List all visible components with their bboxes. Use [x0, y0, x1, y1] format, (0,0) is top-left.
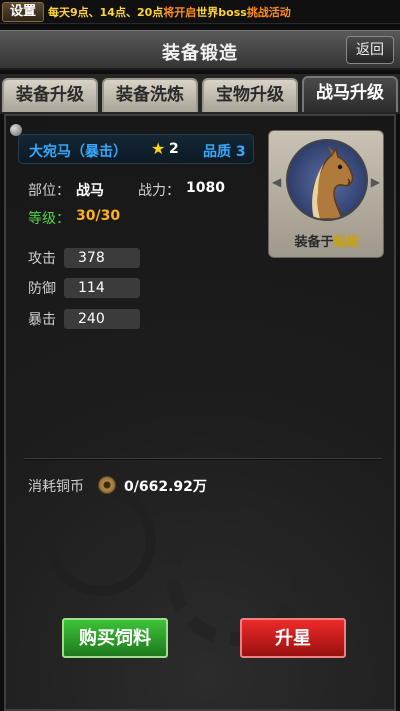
tab-horse-upgrade[interactable]: 战马升级	[302, 76, 398, 112]
notice-boss: 世界boss	[196, 6, 247, 19]
notice-times: 每天9点、14点、20点	[48, 6, 164, 19]
buy-feed-button[interactable]: 购买饲料	[62, 618, 168, 658]
horse-quality: 品质 3	[203, 144, 246, 160]
level-label: 等级：	[28, 211, 70, 227]
top-banner: 设置 每天9点、14点、20点将开启世界boss挑战活动	[0, 0, 400, 24]
horse-portrait-card[interactable]: ◀ ▶ 装备于甄姬	[268, 130, 384, 258]
horse-name-bar: 大宛马（暴击） ★ 2 品质 3	[18, 134, 254, 164]
star-count: 2	[169, 141, 179, 157]
cost-label: 消耗铜币	[28, 479, 84, 495]
stat-label-crit: 暴击	[28, 312, 56, 328]
notice-end: 挑战活动	[246, 6, 291, 19]
tab-bar: 装备升级 装备洗炼 宝物升级 战马升级	[0, 74, 400, 114]
divider	[24, 458, 382, 460]
stat-label-defense: 防御	[28, 281, 56, 297]
page-header: 装备锻造 返回	[0, 30, 400, 70]
background-emblem	[46, 486, 156, 596]
event-notice: 每天9点、14点、20点将开启世界boss挑战活动	[48, 4, 291, 20]
tab-equip-upgrade[interactable]: 装备升级	[2, 78, 98, 112]
level-value: 30/30	[76, 208, 121, 224]
star-up-button[interactable]: 升星	[240, 618, 346, 658]
stat-value-crit: 240	[64, 309, 140, 329]
cost-value: 0/662.92万	[124, 479, 207, 495]
part-label: 部位：	[28, 183, 70, 199]
coin-icon	[98, 476, 116, 494]
horse-portrait	[286, 139, 368, 221]
horse-head-icon	[312, 147, 354, 219]
arrow-left-icon[interactable]: ◀	[272, 175, 281, 189]
back-button[interactable]: 返回	[346, 36, 394, 64]
horse-name: 大宛马（暴击）	[29, 144, 127, 160]
equipped-prefix: 装备于	[294, 235, 334, 250]
equipped-to-label: 装备于甄姬	[269, 231, 385, 250]
stat-label-attack: 攻击	[28, 251, 56, 267]
star-icon: ★	[151, 139, 166, 158]
power-value: 1080	[186, 180, 225, 196]
stat-value-defense: 114	[64, 278, 140, 298]
notice-mid: 将开启	[163, 6, 197, 19]
arrow-right-icon[interactable]: ▶	[371, 175, 380, 189]
tab-treasure-upgrade[interactable]: 宝物升级	[202, 78, 298, 112]
settings-button[interactable]: 设置	[2, 2, 44, 22]
power-label: 战力：	[138, 183, 180, 199]
part-value: 战马	[76, 183, 104, 199]
horse-panel: 大宛马（暴击） ★ 2 品质 3 部位： 战马 战力： 1080 等级： 30/…	[4, 114, 396, 711]
stat-value-attack: 378	[64, 248, 140, 268]
equipped-hero-name[interactable]: 甄姬	[334, 235, 360, 250]
page-title: 装备锻造	[162, 43, 238, 64]
tab-equip-refine[interactable]: 装备洗炼	[102, 78, 198, 112]
